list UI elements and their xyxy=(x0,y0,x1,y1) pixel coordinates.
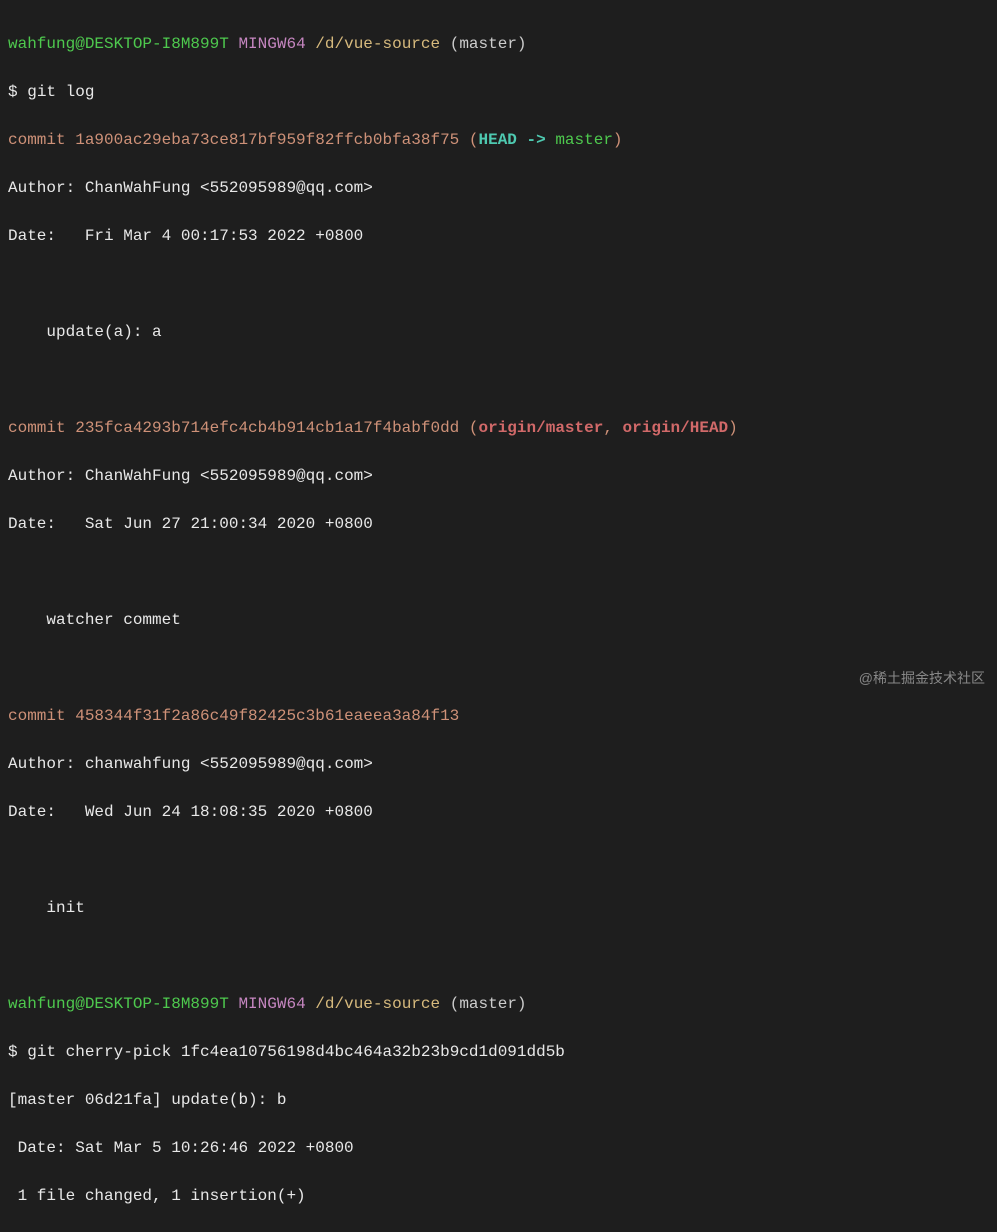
cherry-pick-stats: 1 file changed, 1 insertion(+) xyxy=(8,1184,989,1208)
terminal-output[interactable]: wahfung@DESKTOP-I8M899T MINGW64 /d/vue-s… xyxy=(8,8,989,1232)
author-line: Author: ChanWahFung <552095989@qq.com> xyxy=(8,176,989,200)
commit-label: commit xyxy=(8,707,66,725)
prompt-symbol: $ xyxy=(8,1043,18,1061)
shell-name: MINGW64 xyxy=(238,35,305,53)
author-label: Author: xyxy=(8,467,75,485)
prompt-line: wahfung@DESKTOP-I8M899T MINGW64 /d/vue-s… xyxy=(8,992,989,1016)
cherry-pick-result: [master 06d21fa] update(b): b xyxy=(8,1088,989,1112)
head-ref: HEAD -> xyxy=(479,131,556,149)
branch-indicator: (master) xyxy=(450,995,527,1013)
date-value: Fri Mar 4 00:17:53 2022 +0800 xyxy=(56,227,363,245)
date-label: Date: xyxy=(8,803,56,821)
author-value: ChanWahFung <552095989@qq.com> xyxy=(75,179,373,197)
blank-line xyxy=(8,848,989,872)
commit-hash: 458344f31f2a86c49f82425c3b61eaeea3a84f13 xyxy=(75,707,459,725)
command-text: git cherry-pick 1fc4ea10756198d4bc464a32… xyxy=(27,1043,565,1061)
shell-name: MINGW64 xyxy=(238,995,305,1013)
watermark-text: @稀土掘金技术社区 xyxy=(859,668,985,689)
author-value: ChanWahFung <552095989@qq.com> xyxy=(75,467,373,485)
date-line: Date: Fri Mar 4 00:17:53 2022 +0800 xyxy=(8,224,989,248)
author-value: chanwahfung <552095989@qq.com> xyxy=(75,755,373,773)
user-host: wahfung@DESKTOP-I8M899T xyxy=(8,35,229,53)
date-label: Date: xyxy=(8,227,56,245)
author-line: Author: chanwahfung <552095989@qq.com> xyxy=(8,752,989,776)
commit-message: init xyxy=(8,896,989,920)
date-label: Date: xyxy=(8,515,56,533)
commit-hash: 1a900ac29eba73ce817bf959f82ffcb0bfa38f75 xyxy=(75,131,459,149)
author-label: Author: xyxy=(8,755,75,773)
refs-sep: , xyxy=(603,419,622,437)
prompt-line: wahfung@DESKTOP-I8M899T MINGW64 /d/vue-s… xyxy=(8,32,989,56)
cwd-path: /d/vue-source xyxy=(315,35,440,53)
date-value: Wed Jun 24 18:08:35 2020 +0800 xyxy=(56,803,373,821)
commit-label: commit xyxy=(8,131,66,149)
remote-ref: origin/HEAD xyxy=(623,419,729,437)
commit-header: commit 458344f31f2a86c49f82425c3b61eaeea… xyxy=(8,704,989,728)
user-host: wahfung@DESKTOP-I8M899T xyxy=(8,995,229,1013)
author-label: Author: xyxy=(8,179,75,197)
commit-label: commit xyxy=(8,419,66,437)
date-line: Date: Sat Jun 27 21:00:34 2020 +0800 xyxy=(8,512,989,536)
branch-ref: master xyxy=(555,131,613,149)
command-line: $ git log xyxy=(8,80,989,104)
blank-line xyxy=(8,272,989,296)
date-value: Sat Jun 27 21:00:34 2020 +0800 xyxy=(56,515,373,533)
date-line: Date: Wed Jun 24 18:08:35 2020 +0800 xyxy=(8,800,989,824)
author-line: Author: ChanWahFung <552095989@qq.com> xyxy=(8,464,989,488)
refs-open: ( xyxy=(469,419,479,437)
blank-line xyxy=(8,368,989,392)
commit-message: update(a): a xyxy=(8,320,989,344)
commit-message: watcher commet xyxy=(8,608,989,632)
command-line: $ git cherry-pick 1fc4ea10756198d4bc464a… xyxy=(8,1040,989,1064)
branch-indicator: (master) xyxy=(450,35,527,53)
cwd-path: /d/vue-source xyxy=(315,995,440,1013)
commit-header: commit 1a900ac29eba73ce817bf959f82ffcb0b… xyxy=(8,128,989,152)
remote-ref: origin/master xyxy=(479,419,604,437)
refs-close: ) xyxy=(613,131,623,149)
refs-close: ) xyxy=(728,419,738,437)
prompt-symbol: $ xyxy=(8,83,18,101)
blank-line xyxy=(8,560,989,584)
blank-line xyxy=(8,656,989,680)
blank-line xyxy=(8,944,989,968)
cherry-pick-date: Date: Sat Mar 5 10:26:46 2022 +0800 xyxy=(8,1136,989,1160)
commit-hash: 235fca4293b714efc4cb4b914cb1a17f4babf0dd xyxy=(75,419,459,437)
refs-open: ( xyxy=(469,131,479,149)
command-text: git log xyxy=(27,83,94,101)
commit-header: commit 235fca4293b714efc4cb4b914cb1a17f4… xyxy=(8,416,989,440)
